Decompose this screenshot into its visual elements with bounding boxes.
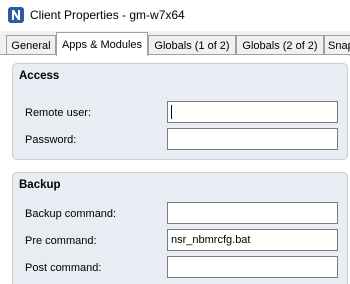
- backup-group-title: Backup: [19, 179, 61, 191]
- remote-user-input[interactable]: [167, 101, 338, 123]
- networker-n-icon: [8, 7, 24, 23]
- tab-label: Apps & Modules: [61, 38, 143, 51]
- tab-globals-2[interactable]: Globals (2 of 2): [236, 35, 324, 55]
- tab-globals-1[interactable]: Globals (1 of 2): [148, 35, 236, 55]
- tab-label: Snap: [328, 39, 350, 52]
- title-bar: Client Properties - gm-w7x64: [0, 0, 350, 31]
- client-properties-window: Client Properties - gm-w7x64 General App…: [0, 0, 350, 284]
- backup-command-input[interactable]: [167, 202, 338, 224]
- tab-label: Globals (1 of 2): [154, 39, 230, 52]
- tab-general[interactable]: General: [6, 35, 56, 55]
- tab-snap[interactable]: Snap: [324, 35, 350, 55]
- access-group-title: Access: [19, 70, 60, 82]
- tab-label: Globals (2 of 2): [242, 39, 318, 52]
- password-label: Password:: [25, 134, 77, 146]
- access-group: Access Remote user: Password:: [12, 63, 348, 160]
- remote-user-label: Remote user:: [25, 107, 92, 119]
- post-command-label: Post command:: [25, 262, 102, 274]
- text-caret: [171, 105, 172, 119]
- tab-label: General: [11, 39, 51, 52]
- window-title: Client Properties - gm-w7x64: [30, 8, 185, 22]
- tab-strip: General Apps & Modules Globals (1 of 2) …: [0, 31, 350, 56]
- backup-group: Backup Backup command: Pre command: nsr_…: [12, 172, 348, 284]
- pre-command-label: Pre command:: [25, 235, 97, 247]
- post-command-input[interactable]: [167, 256, 338, 278]
- password-input[interactable]: [167, 128, 338, 150]
- backup-command-label: Backup command:: [25, 208, 117, 220]
- tab-apps-modules[interactable]: Apps & Modules: [56, 32, 148, 56]
- pre-command-input[interactable]: nsr_nbmrcfg.bat: [167, 229, 338, 251]
- tab-content-panel: Access Remote user: Password: Backup Bac…: [0, 55, 350, 284]
